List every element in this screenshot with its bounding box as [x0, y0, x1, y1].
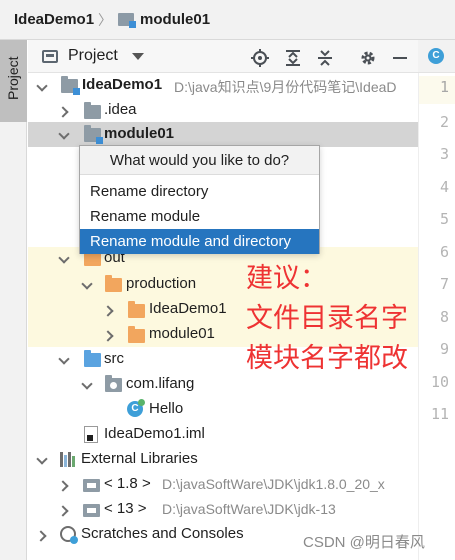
tree-item-module01[interactable]: module01 [28, 122, 418, 147]
tree-item-external-libraries[interactable]: External Libraries [28, 447, 418, 472]
collapse-arrow-icon[interactable] [37, 530, 47, 540]
editor-tab-bar: C [418, 40, 455, 73]
line-number: 8 [439, 308, 449, 326]
project-tab-label: Project [5, 56, 21, 100]
tree-item-label: module01 [104, 125, 175, 142]
tree-item-root[interactable]: IdeaDemo1 D:\java知识点\9月份代码笔记\IdeaD [28, 73, 418, 98]
excluded-folder-icon [84, 249, 101, 266]
annotation-line-3: 模块名字都改 [246, 343, 408, 374]
expand-arrow-icon[interactable] [59, 354, 69, 364]
jdk-icon [83, 504, 100, 517]
view-dropdown-icon[interactable] [131, 52, 144, 60]
expand-arrow-icon[interactable] [59, 129, 69, 139]
excluded-folder-icon [105, 275, 122, 292]
source-folder-icon [84, 350, 101, 367]
scratches-icon [60, 526, 78, 544]
jdk-icon [83, 479, 100, 492]
libraries-icon [60, 452, 77, 467]
expand-arrow-icon[interactable] [82, 379, 92, 389]
line-number: 11 [430, 405, 449, 423]
line-number: 4 [439, 178, 449, 196]
tree-item-jdk13[interactable]: < 13 > D:\javaSoftWare\JDK\jdk-13 [28, 497, 418, 522]
module-folder-icon [118, 13, 137, 28]
expand-arrow-icon[interactable] [37, 81, 47, 91]
gear-icon[interactable] [359, 49, 377, 67]
collapse-all-icon[interactable] [316, 49, 334, 67]
rename-directory-option[interactable]: Rename directory [80, 179, 319, 204]
tree-item-label: IdeaDemo1.iml [104, 425, 205, 442]
breadcrumb: IdeaDemo1 〉 module01 [0, 0, 455, 40]
expand-all-icon[interactable] [284, 49, 302, 67]
excluded-folder-icon [128, 301, 145, 318]
collapse-arrow-icon[interactable] [59, 505, 69, 515]
expand-arrow-icon[interactable] [59, 253, 69, 263]
line-number: 10 [430, 373, 449, 391]
rename-choice-popup: What would you like to do? Rename direct… [79, 145, 320, 254]
tree-item-label: module01 [149, 325, 215, 342]
line-number: 2 [439, 113, 449, 131]
locate-file-icon[interactable] [251, 49, 269, 67]
popup-title: What would you like to do? [80, 146, 319, 175]
line-number: 6 [439, 243, 449, 261]
rename-module-and-directory-option[interactable]: Rename module and directory [80, 229, 319, 254]
left-tool-strip: Project [0, 40, 27, 560]
tree-item-label: IdeaDemo1 [82, 76, 163, 93]
line-number: 1 [439, 78, 449, 96]
line-number: 3 [439, 145, 449, 163]
tree-item-jdk18[interactable]: < 1.8 > D:\javaSoftWare\JDK\jdk1.8.0_20_… [28, 472, 418, 497]
hide-icon[interactable] [391, 49, 409, 67]
java-class-icon: C [127, 399, 145, 417]
tree-item-path: D:\java知识点\9月份代码笔记\IdeaD [174, 79, 397, 95]
iml-file-icon [84, 426, 98, 443]
collapse-arrow-icon[interactable] [104, 330, 114, 340]
tree-item-production[interactable]: production [28, 272, 418, 297]
breadcrumb-project[interactable]: IdeaDemo1 [14, 11, 94, 28]
line-number: 5 [439, 210, 449, 228]
tree-item-package[interactable]: com.lifang [28, 372, 418, 397]
folder-icon [84, 102, 101, 119]
collapse-arrow-icon[interactable] [59, 106, 69, 116]
tree-item-label: External Libraries [81, 450, 198, 467]
collapse-arrow-icon[interactable] [59, 480, 69, 490]
tree-item-label: production [126, 275, 197, 292]
tree-item-label: src [104, 350, 124, 367]
breadcrumb-separator-icon: 〉 [98, 11, 113, 28]
line-number: 7 [439, 275, 449, 293]
expand-arrow-icon[interactable] [37, 454, 47, 464]
tree-item-label: IdeaDemo1 [149, 300, 227, 317]
tree-item-label: < 1.8 > [104, 475, 151, 492]
module-folder-icon [61, 76, 80, 95]
collapse-arrow-icon[interactable] [104, 305, 114, 315]
project-toolbar: Project [28, 40, 418, 73]
excluded-folder-icon [128, 326, 145, 343]
line-number: 9 [439, 340, 449, 358]
module-folder-icon [84, 125, 103, 144]
tree-item-label: < 13 > [104, 500, 147, 517]
tree-item-iml[interactable]: IdeaDemo1.iml [28, 422, 418, 447]
rename-module-option[interactable]: Rename module [80, 204, 319, 229]
annotation-line-2: 文件目录名字 [246, 303, 408, 334]
tree-item-path: D:\javaSoftWare\JDK\jdk1.8.0_20_x [162, 476, 385, 492]
tree-item-label: .idea [104, 101, 137, 118]
tree-item-label: com.lifang [126, 375, 195, 392]
tree-item-idea[interactable]: .idea [28, 98, 418, 123]
project-tool-window-tab[interactable]: Project [0, 40, 27, 122]
project-view-title[interactable]: Project [68, 47, 118, 65]
editor-gutter: 1 2 3 4 5 6 7 8 9 10 11 [418, 73, 455, 560]
tree-item-hello[interactable]: C Hello [28, 397, 418, 422]
package-icon [105, 375, 122, 392]
annotation-line-1: 建议： [246, 263, 327, 294]
watermark: CSDN @明日春风 [303, 534, 425, 551]
tree-item-label: Scratches and Consoles [81, 525, 244, 542]
expand-arrow-icon[interactable] [82, 279, 92, 289]
tree-item-path: D:\javaSoftWare\JDK\jdk-13 [162, 501, 336, 517]
project-view-icon [42, 49, 58, 63]
breadcrumb-module[interactable]: module01 [140, 11, 210, 28]
tree-item-label: Hello [149, 400, 184, 417]
java-class-icon[interactable]: C [428, 48, 444, 64]
